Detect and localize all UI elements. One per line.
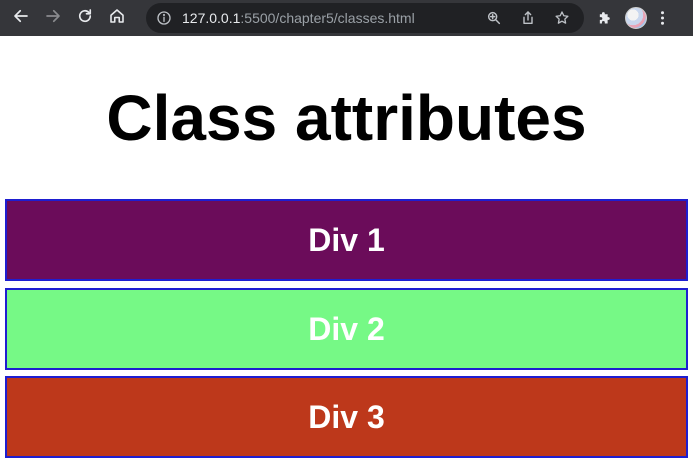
reload-icon [76,7,94,30]
back-button[interactable] [9,6,33,30]
info-icon[interactable] [155,9,173,27]
url-text[interactable]: 127.0.0.1:5500/chapter5/classes.html [182,10,485,26]
url-path: :5500/chapter5/classes.html [240,10,415,26]
zoom-icon[interactable] [485,9,503,27]
url-host: 127.0.0.1 [182,10,241,26]
page-content: Class attributes Div 1 Div 2 Div 3 [0,36,693,466]
page-title: Class attributes [106,82,587,154]
kebab-menu-icon[interactable] [653,6,671,30]
extension-area [593,6,671,30]
div-3-label: Div 3 [308,398,385,435]
div-1-label: Div 1 [308,221,385,258]
div-2-label: Div 2 [308,310,385,347]
home-button[interactable] [105,6,129,30]
profile-avatar[interactable] [625,7,647,29]
address-bar[interactable]: 127.0.0.1:5500/chapter5/classes.html [146,3,584,33]
div-2-box: Div 2 [5,288,688,370]
arrow-left-icon [12,7,30,30]
arrow-right-icon [44,7,62,30]
home-icon [108,7,126,30]
reload-button[interactable] [73,6,97,30]
div-1-box: Div 1 [5,199,688,281]
div-3-box: Div 3 [5,376,688,458]
forward-button[interactable] [41,6,65,30]
browser-toolbar: 127.0.0.1:5500/chapter5/classes.html [0,0,693,36]
star-icon[interactable] [553,9,571,27]
share-icon[interactable] [519,9,537,27]
puzzle-icon[interactable] [593,6,617,30]
